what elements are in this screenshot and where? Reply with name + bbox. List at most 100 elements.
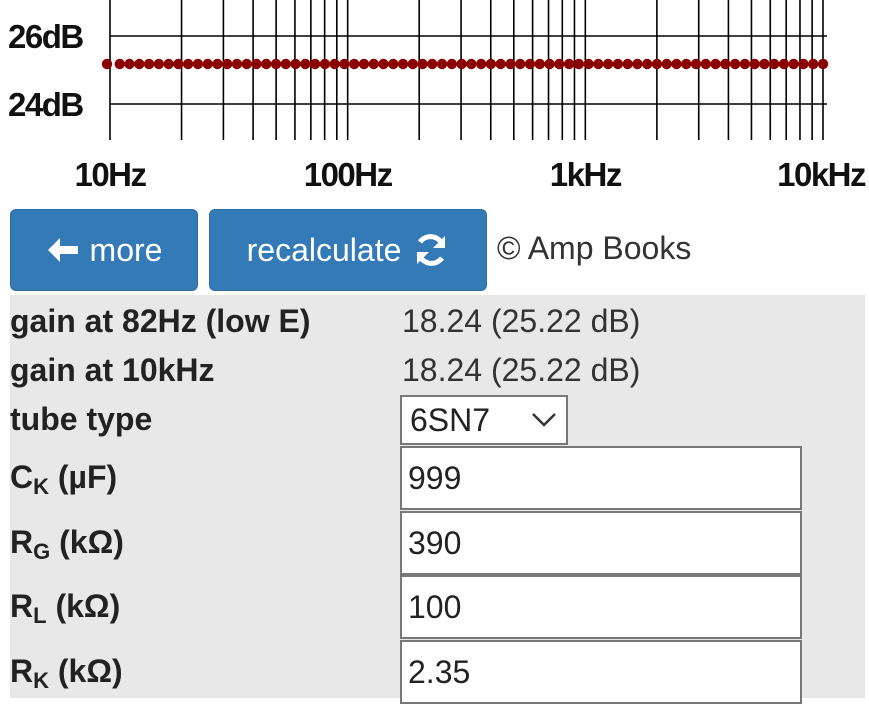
series-point [583, 58, 594, 70]
series-point [280, 58, 292, 70]
series-point [573, 58, 585, 70]
series-point [202, 58, 213, 70]
series-point [101, 58, 113, 70]
series-point [241, 58, 252, 70]
series-point [485, 58, 497, 70]
series-point [300, 58, 311, 70]
arrow-left-icon [47, 238, 78, 262]
series-point [143, 58, 155, 70]
series-point [720, 58, 731, 70]
series-point [524, 58, 536, 70]
y-tick-label: 24dB [8, 86, 83, 123]
ck-label: CK (µF) [10, 459, 118, 499]
series-point [436, 58, 448, 70]
series-point [378, 58, 389, 70]
frequency-response-chart: 26dB 24dB 10Hz 100Hz 1kHz 10kHz [8, 0, 868, 193]
recalculate-button[interactable]: recalculate [209, 209, 487, 291]
series-point [710, 58, 721, 70]
series-point [153, 58, 165, 70]
series-point [231, 58, 243, 70]
refresh-icon [416, 234, 446, 266]
series-point [681, 58, 692, 70]
y-tick-label: 26dB [8, 18, 83, 55]
series-point [348, 58, 360, 70]
gain-high-value: 18.24 (25.22 dB) [402, 352, 641, 388]
x-tick-label: 10Hz [74, 156, 146, 193]
series-point [446, 58, 458, 70]
gain-low-label: gain at 82Hz (low E) [10, 303, 311, 339]
series-point [563, 58, 575, 70]
series-point [388, 58, 399, 70]
chevron-down-icon [532, 413, 556, 427]
series-point [270, 58, 282, 70]
series-point [661, 58, 672, 70]
rk-input[interactable]: 2.35 [400, 640, 802, 704]
series-point [339, 58, 350, 70]
rk-label: RK (kΩ) [10, 653, 123, 693]
series-point [456, 58, 467, 70]
series-point [114, 58, 125, 70]
series-point [222, 58, 233, 70]
tube-type-select[interactable]: 6SN7 [400, 395, 568, 445]
series-point [602, 58, 614, 70]
series-point [505, 58, 516, 70]
series-point [368, 58, 379, 70]
series-point [319, 58, 331, 70]
tube-type-label: tube type [10, 401, 153, 437]
series-point [173, 58, 184, 70]
series-point [495, 58, 506, 70]
tube-type-selected: 6SN7 [410, 401, 491, 438]
series-point [417, 58, 428, 70]
series-point [729, 58, 741, 70]
ck-input[interactable]: 999 [400, 446, 802, 510]
results-panel: gain at 82Hz (low E) 18.24 (25.22 dB) ga… [10, 295, 865, 704]
series-point [475, 58, 487, 70]
series-point [163, 58, 174, 70]
gain-series [101, 58, 829, 70]
rg-label: RG (kΩ) [10, 524, 124, 564]
series-point [690, 58, 702, 70]
series-point [397, 58, 409, 70]
series-point [124, 58, 135, 70]
series-point [749, 58, 760, 70]
more-button[interactable]: more [10, 209, 198, 291]
series-point [554, 58, 565, 70]
series-point [798, 58, 809, 70]
series-point [671, 58, 682, 70]
copyright-text: © Amp Books [497, 230, 692, 266]
series-point [358, 58, 370, 70]
gain-low-value: 18.24 (25.22 dB) [402, 303, 641, 339]
series-point [632, 58, 643, 70]
series-point [593, 58, 604, 70]
series-point [515, 58, 526, 70]
series-point [466, 58, 477, 70]
gain-high-label: gain at 10kHz [10, 352, 215, 388]
series-point [427, 58, 438, 70]
series-point [817, 58, 829, 70]
series-point [788, 58, 799, 70]
series-point [641, 58, 653, 70]
chart-grid [109, 0, 827, 140]
series-point [261, 58, 272, 70]
y-axis-labels: 26dB 24dB [8, 18, 85, 123]
series-point [134, 58, 145, 70]
series-point [700, 58, 711, 70]
series-point [290, 58, 301, 70]
rg-input[interactable]: 390 [400, 511, 802, 575]
series-point [534, 58, 545, 70]
x-tick-label: 1kHz [550, 156, 622, 193]
series-point [778, 58, 790, 70]
series-point [544, 58, 555, 70]
series-point [739, 58, 751, 70]
recalculate-button-label: recalculate [246, 231, 402, 268]
series-point [182, 58, 194, 70]
series-point [759, 58, 770, 70]
series-point [612, 58, 624, 70]
series-point [251, 58, 262, 70]
series-point [192, 58, 204, 70]
series-point [309, 58, 321, 70]
rl-input[interactable]: 100 [400, 575, 802, 639]
series-point [329, 58, 340, 70]
series-point [622, 58, 633, 70]
series-point [808, 58, 819, 70]
